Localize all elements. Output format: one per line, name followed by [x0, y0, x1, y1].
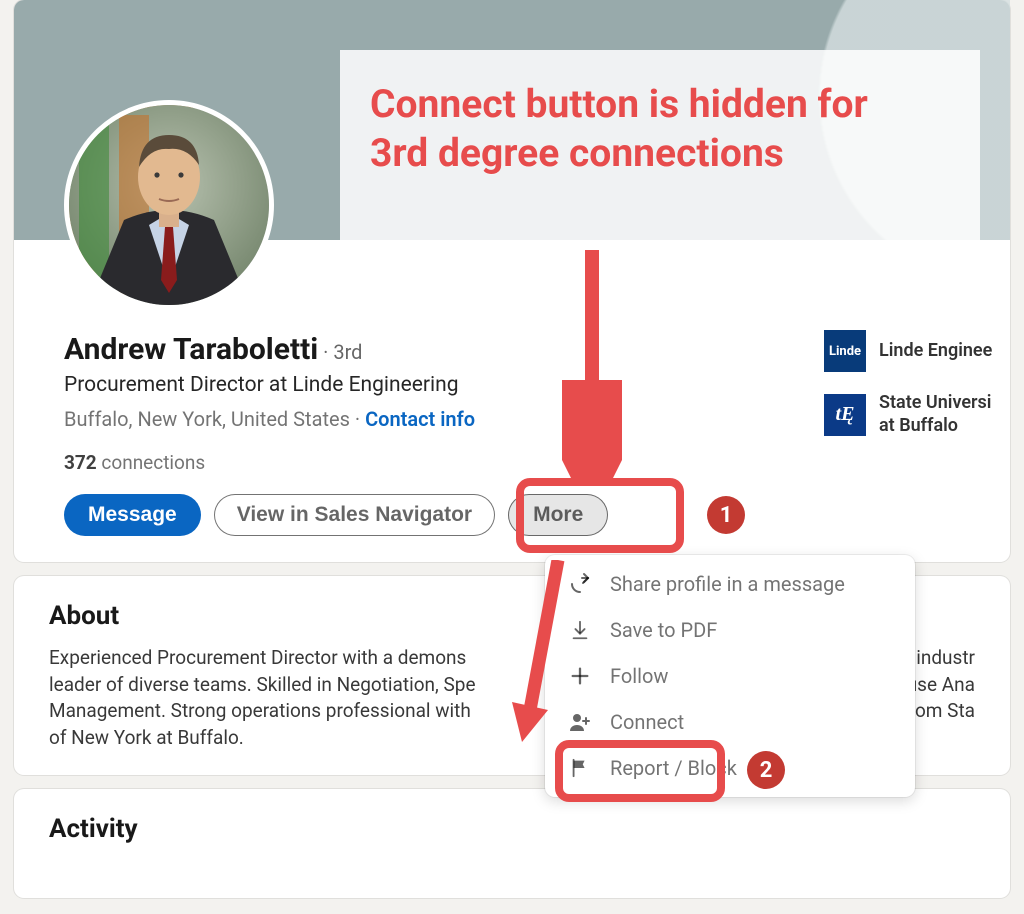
message-button[interactable]: Message: [64, 494, 201, 536]
plus-icon: [567, 665, 593, 687]
current-company[interactable]: Linde Linde Enginee: [824, 330, 1024, 372]
dropdown-save-pdf[interactable]: Save to PDF: [545, 607, 915, 653]
school-logo-icon: tĘ: [824, 394, 866, 436]
profile-name: Andrew Taraboletti: [64, 332, 318, 367]
profile-location: Buffalo, New York, United States: [64, 407, 350, 431]
view-sales-navigator-button[interactable]: View in Sales Navigator: [214, 494, 495, 536]
annotation-step-2: 2: [747, 751, 785, 789]
dropdown-share-profile[interactable]: Share profile in a message: [545, 561, 915, 607]
sep: ·: [350, 407, 365, 431]
dropdown-connect-label: Connect: [610, 710, 684, 734]
company-logo-icon: Linde: [824, 330, 866, 372]
action-button-row: Message View in Sales Navigator More: [64, 494, 980, 536]
education[interactable]: tĘ State Universiat Buffalo: [824, 392, 1024, 437]
dropdown-follow-label: Follow: [610, 664, 668, 688]
connection-degree: 3rd: [333, 340, 362, 364]
dropdown-report-label: Report / Block: [610, 756, 737, 780]
connections-count: 372: [64, 451, 97, 474]
dropdown-report[interactable]: Report / Block: [545, 745, 915, 791]
share-arrow-icon: [567, 572, 593, 596]
company-name: Linde Enginee: [879, 340, 992, 363]
experience-summary: Linde Linde Enginee tĘ State Universiat …: [824, 330, 1024, 457]
dropdown-follow[interactable]: Follow: [545, 653, 915, 699]
dropdown-share-label: Share profile in a message: [610, 572, 845, 596]
contact-info-link[interactable]: Contact info: [365, 407, 475, 431]
activity-card: Activity: [14, 789, 1010, 898]
dropdown-save-label: Save to PDF: [610, 618, 717, 642]
annotation-headline: Connect button is hidden for 3rd degree …: [370, 80, 930, 178]
person-plus-icon: [567, 710, 593, 734]
degree-sep: ·: [318, 340, 333, 364]
activity-title: Activity: [49, 814, 975, 844]
more-dropdown: Share profile in a message Save to PDF F…: [545, 555, 915, 797]
flag-icon: [567, 757, 593, 779]
dropdown-connect[interactable]: Connect: [545, 699, 915, 745]
school-name: State Universiat Buffalo: [879, 392, 991, 437]
connections-label: connections: [97, 451, 205, 474]
more-button[interactable]: More: [508, 494, 608, 536]
annotation-step-1: 1: [707, 496, 745, 534]
download-icon: [567, 619, 593, 641]
